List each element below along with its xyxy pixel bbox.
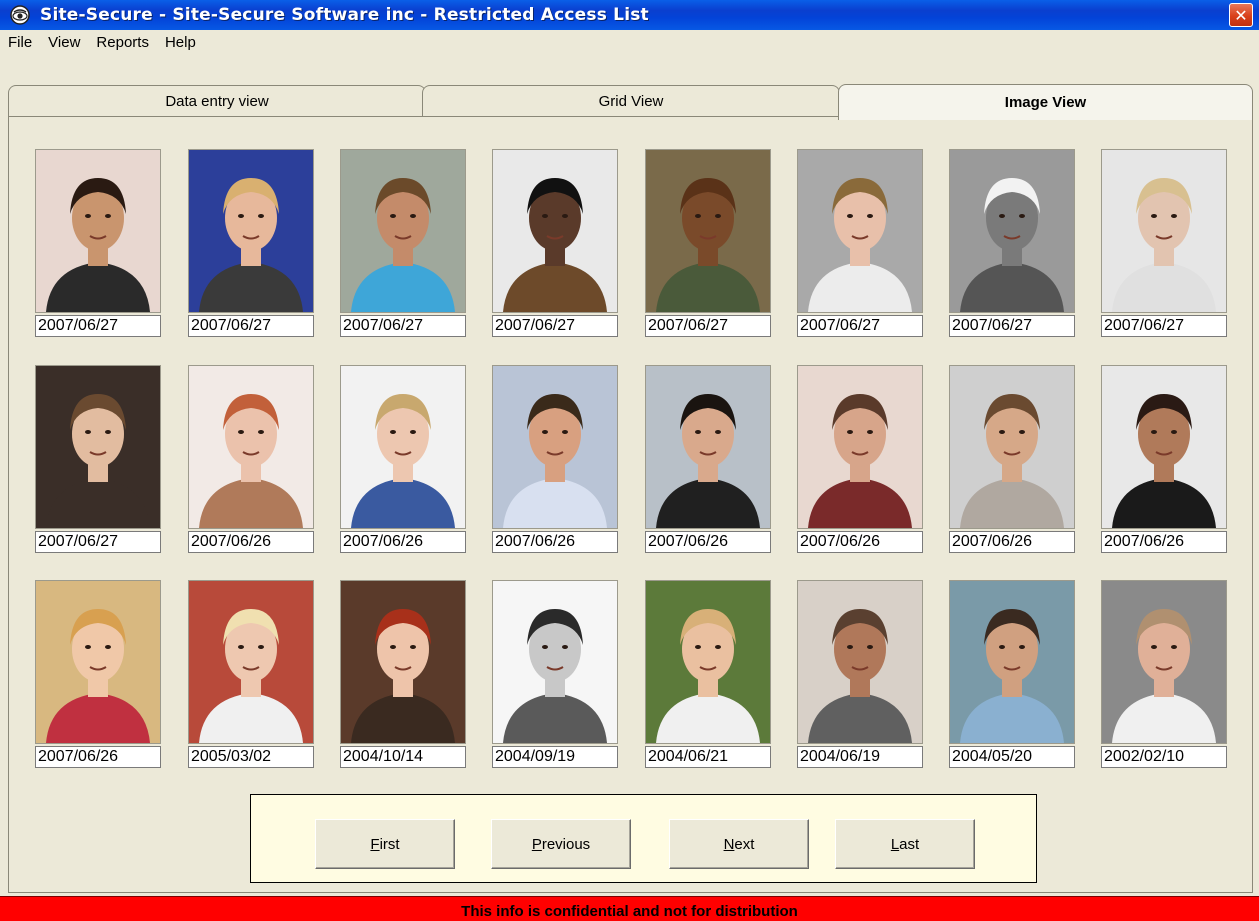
person-photo[interactable]	[1101, 580, 1227, 744]
close-icon: ✕	[1234, 5, 1248, 25]
person-photo[interactable]	[340, 580, 466, 744]
photo-card[interactable]: 2004/05/20	[949, 580, 1075, 768]
photo-card[interactable]: 2007/06/26	[492, 365, 618, 553]
photo-card[interactable]: 2007/06/27	[949, 149, 1075, 337]
image-view-panel: 2007/06/27 2007/06/27 2007/06/27 2007/06/27…	[8, 116, 1253, 893]
last-button[interactable]: Last	[835, 819, 975, 869]
photo-date: 2007/06/26	[645, 531, 771, 553]
status-text: This info is confidential and not for di…	[461, 903, 798, 920]
photo-card[interactable]: 2007/06/27	[35, 149, 161, 337]
photo-card[interactable]: 2002/02/10	[1101, 580, 1227, 768]
person-photo[interactable]	[492, 580, 618, 744]
photo-date: 2004/05/20	[949, 746, 1075, 768]
person-photo[interactable]	[797, 365, 923, 529]
tab-data-entry-view[interactable]: Data entry view	[8, 85, 426, 116]
person-photo[interactable]	[949, 149, 1075, 313]
photo-card[interactable]: 2007/06/27	[645, 149, 771, 337]
menu-file[interactable]: File	[0, 34, 40, 51]
person-photo[interactable]	[35, 365, 161, 529]
photo-card[interactable]: 2007/06/27	[35, 365, 161, 553]
eye-icon	[10, 5, 30, 25]
photo-date: 2007/06/27	[949, 315, 1075, 337]
photo-date: 2007/06/27	[645, 315, 771, 337]
person-photo[interactable]	[188, 149, 314, 313]
person-photo[interactable]	[1101, 365, 1227, 529]
photo-card[interactable]: 2007/06/26	[340, 365, 466, 553]
confidential-status-bar: This info is confidential and not for di…	[0, 896, 1259, 921]
window-title: Site-Secure - Site-Secure Software inc -…	[40, 5, 649, 25]
photo-card[interactable]: 2007/06/26	[645, 365, 771, 553]
person-photo[interactable]	[35, 149, 161, 313]
person-photo[interactable]	[949, 580, 1075, 744]
photo-date: 2005/03/02	[188, 746, 314, 768]
photo-date: 2004/06/19	[797, 746, 923, 768]
photo-card[interactable]: 2007/06/26	[35, 580, 161, 768]
navigation-panel: First Previous Next Last	[250, 794, 1037, 883]
person-photo[interactable]	[188, 365, 314, 529]
tab-grid-view[interactable]: Grid View	[422, 85, 840, 116]
photo-date: 2007/06/26	[188, 531, 314, 553]
photo-card[interactable]: 2007/06/26	[1101, 365, 1227, 553]
photo-date: 2007/06/26	[797, 531, 923, 553]
person-photo[interactable]	[492, 365, 618, 529]
person-photo[interactable]	[492, 149, 618, 313]
photo-card[interactable]: 2007/06/27	[188, 149, 314, 337]
photo-date: 2007/06/27	[35, 531, 161, 553]
tab-image-view[interactable]: Image View	[838, 84, 1253, 120]
photo-card[interactable]: 2007/06/26	[949, 365, 1075, 553]
first-button[interactable]: First	[315, 819, 455, 869]
person-photo[interactable]	[188, 580, 314, 744]
photo-date: 2007/06/27	[188, 315, 314, 337]
person-photo[interactable]	[797, 149, 923, 313]
next-button[interactable]: Next	[669, 819, 809, 869]
photo-card[interactable]: 2007/06/27	[340, 149, 466, 337]
person-photo[interactable]	[340, 365, 466, 529]
photo-date: 2007/06/26	[35, 746, 161, 768]
photo-date: 2002/02/10	[1101, 746, 1227, 768]
photo-date: 2007/06/27	[492, 315, 618, 337]
photo-date: 2004/09/19	[492, 746, 618, 768]
photo-date: 2007/06/27	[1101, 315, 1227, 337]
person-photo[interactable]	[949, 365, 1075, 529]
photo-date: 2004/10/14	[340, 746, 466, 768]
tab-label: Grid View	[598, 92, 664, 110]
photo-card[interactable]: 2007/06/27	[492, 149, 618, 337]
person-photo[interactable]	[645, 365, 771, 529]
photo-date: 2007/06/27	[340, 315, 466, 337]
photo-date: 2007/06/26	[492, 531, 618, 553]
photo-date: 2007/06/26	[340, 531, 466, 553]
photo-card[interactable]: 2004/06/19	[797, 580, 923, 768]
photo-card[interactable]: 2007/06/27	[797, 149, 923, 337]
menu-view[interactable]: View	[40, 34, 88, 51]
menu-help[interactable]: Help	[157, 34, 204, 51]
menu-bar: File View Reports Help	[0, 30, 1259, 54]
photo-card[interactable]: 2007/06/26	[188, 365, 314, 553]
photo-card[interactable]: 2004/10/14	[340, 580, 466, 768]
title-bar: Site-Secure - Site-Secure Software inc -…	[0, 0, 1259, 31]
photo-date: 2007/06/26	[1101, 531, 1227, 553]
person-photo[interactable]	[1101, 149, 1227, 313]
person-photo[interactable]	[340, 149, 466, 313]
photo-date: 2004/06/21	[645, 746, 771, 768]
tab-label: Image View	[1004, 94, 1087, 111]
photo-date: 2007/06/27	[35, 315, 161, 337]
photo-card[interactable]: 2004/09/19	[492, 580, 618, 768]
previous-button[interactable]: Previous	[491, 819, 631, 869]
menu-reports[interactable]: Reports	[88, 34, 157, 51]
close-button[interactable]: ✕	[1229, 3, 1253, 27]
photo-date: 2007/06/26	[949, 531, 1075, 553]
person-photo[interactable]	[35, 580, 161, 744]
photo-card[interactable]: 2007/06/26	[797, 365, 923, 553]
tab-label: Data entry view	[165, 92, 269, 110]
person-photo[interactable]	[645, 580, 771, 744]
photo-card[interactable]: 2004/06/21	[645, 580, 771, 768]
photo-card[interactable]: 2007/06/27	[1101, 149, 1227, 337]
person-photo[interactable]	[645, 149, 771, 313]
photo-card[interactable]: 2005/03/02	[188, 580, 314, 768]
photo-date: 2007/06/27	[797, 315, 923, 337]
person-photo[interactable]	[797, 580, 923, 744]
